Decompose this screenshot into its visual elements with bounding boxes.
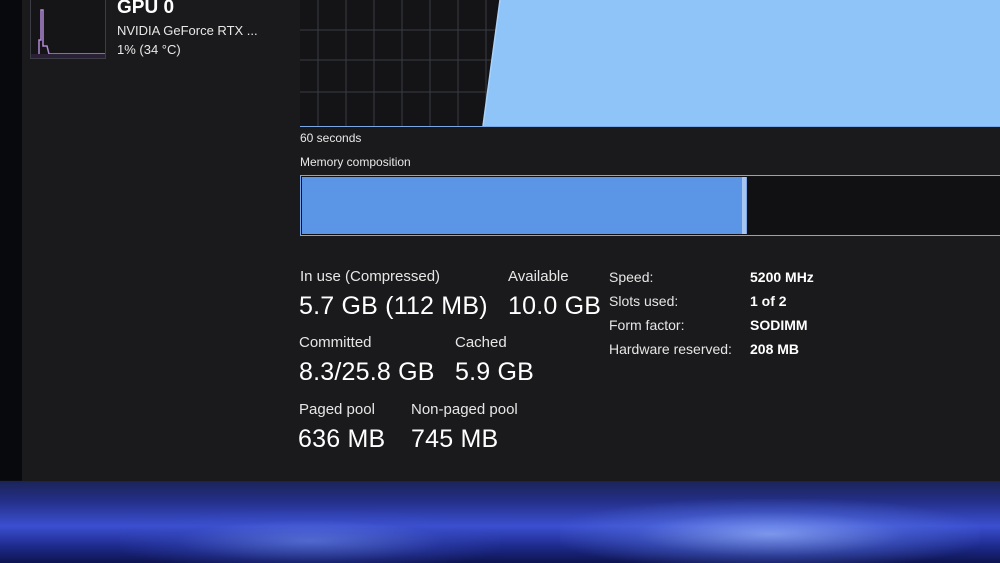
paged-pool-value: 636 MB [298,425,386,453]
gpu-usage-temp: 1% (34 °C) [117,42,181,57]
hardware-reserved-value: 208 MB [750,341,800,357]
in-use-value: 5.7 GB (112 MB) [299,292,488,320]
slots-used-label: Slots used: [609,293,679,309]
paged-pool-label: Paged pool [299,401,375,418]
gpu-model-name: NVIDIA GeForce RTX ... [117,23,258,38]
memory-usage-chart [300,0,1000,127]
in-use-label: In use (Compressed) [300,268,441,285]
gpu-title[interactable]: GPU 0 [117,0,174,19]
committed-value: 8.3/25.8 GB [299,358,435,386]
non-paged-pool-label: Non-paged pool [411,401,518,418]
cached-label: Cached [455,334,507,351]
memory-usage-area [483,0,1000,126]
form-factor-label: Form factor: [609,317,685,333]
hardware-reserved-label: Hardware reserved: [609,341,732,357]
screen-bezel [0,0,22,480]
memory-composition-bar[interactable] [300,175,1000,236]
form-factor-value: SODIMM [750,317,808,333]
speed-label: Speed: [609,269,654,285]
chart-time-label: 60 seconds [300,131,362,145]
wallpaper-glow [120,511,500,563]
slots-used-value: 1 of 2 [750,293,787,309]
desktop-wallpaper [0,481,1000,563]
wallpaper-glow [560,499,980,563]
available-label: Available [508,268,569,285]
gpu-mini-chart [31,9,105,58]
composition-divider [745,177,747,234]
speed-value: 5200 MHz [750,269,814,285]
composition-in-use-segment[interactable] [302,177,742,234]
cached-value: 5.9 GB [455,358,535,386]
non-paged-pool-value: 745 MB [411,425,499,453]
available-value: 10.0 GB [508,292,602,320]
gpu-thumbnail-graph[interactable] [30,0,106,59]
memory-usage-graph [300,0,1000,126]
memory-composition-title: Memory composition [300,155,411,169]
committed-label: Committed [299,334,372,351]
